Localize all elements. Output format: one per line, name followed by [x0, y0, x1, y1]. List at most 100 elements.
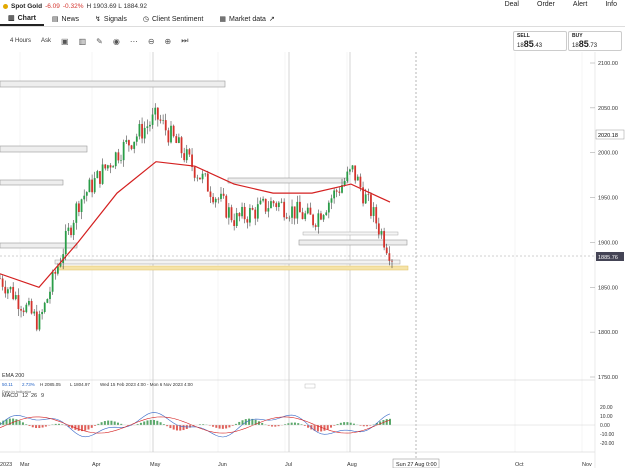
ema-value-1: 50.11	[2, 382, 13, 387]
candle-body	[222, 193, 225, 196]
candle-body	[235, 213, 238, 227]
price-tick-label: 1750.00	[598, 375, 618, 381]
macd-bar	[271, 425, 274, 427]
candle-body	[109, 165, 112, 168]
ema-value-4: L 1804.97	[70, 382, 90, 387]
candle-body	[301, 212, 304, 220]
macd-bar	[389, 418, 391, 425]
candle-body	[288, 217, 291, 219]
macd-bar	[116, 422, 119, 425]
candle-body	[375, 207, 378, 224]
candle-body	[233, 220, 236, 227]
candle-body	[354, 165, 357, 181]
macd-bar	[90, 425, 93, 428]
candle-body	[383, 231, 386, 248]
level-box	[0, 179, 64, 186]
candle-body	[280, 201, 283, 203]
candle-body	[25, 304, 28, 313]
macd-bar	[290, 422, 293, 425]
candle-body	[338, 191, 341, 193]
candle-body	[22, 310, 25, 313]
candle-body	[214, 198, 217, 203]
candle-body	[227, 207, 230, 218]
macd-bar	[77, 425, 80, 431]
candle-body	[130, 145, 133, 149]
candle-body	[322, 215, 325, 220]
candle-body	[183, 153, 186, 161]
candle-body	[225, 195, 228, 218]
macd-tick-label: 10.00	[600, 414, 613, 420]
price-tick-label: 1950.00	[598, 196, 618, 202]
candle-body	[67, 227, 70, 231]
candle-body	[122, 142, 125, 161]
candle-body	[217, 198, 220, 200]
time-tick-label: Nov	[582, 462, 592, 468]
macd-tick-label: 20.00	[600, 405, 613, 411]
level-tag: 2020.18	[598, 133, 618, 139]
price-tick-label: 1900.00	[598, 240, 618, 246]
candle-body	[201, 173, 204, 180]
macd-bar	[238, 421, 241, 425]
ema-value-2: 2.73%	[22, 382, 35, 387]
candle-body	[377, 223, 380, 235]
candle-body	[164, 120, 167, 131]
ema-label: EMA 200	[2, 373, 24, 379]
candle-body	[104, 164, 107, 169]
candle-body	[185, 149, 188, 161]
macd-bar	[297, 423, 300, 425]
macd-bar	[218, 425, 221, 429]
candle-body	[33, 311, 36, 314]
macd-bar	[31, 425, 34, 428]
macd-bar	[212, 425, 215, 427]
macd-bar	[172, 425, 175, 430]
candle-body	[296, 201, 299, 219]
collapse-handle[interactable]	[304, 383, 316, 389]
price-chart[interactable]: 2100.00 2050.00 2000.00 1950.00 1900.00 1850.…	[0, 0, 625, 468]
candle-body	[20, 309, 22, 311]
candles	[0, 103, 393, 332]
macd-bar	[323, 425, 326, 431]
macd-bar	[41, 425, 44, 428]
macd-bar	[21, 422, 24, 425]
candle-body	[285, 217, 288, 219]
candle-body	[99, 171, 101, 184]
macd-bar	[35, 425, 38, 428]
candle-body	[364, 194, 367, 204]
candle-body	[327, 202, 330, 213]
candle-body	[262, 198, 264, 201]
macd-param-1: 12	[22, 393, 28, 399]
candle-body	[204, 173, 207, 175]
candle-body	[0, 278, 1, 279]
macd-bar	[225, 425, 228, 429]
price-axis: 2100.00 2050.00 2000.00 1950.00 1900.00 1850.…	[590, 61, 618, 381]
candle-body	[75, 203, 78, 223]
candle-body	[64, 230, 67, 255]
candle-body	[356, 176, 359, 181]
candle-body	[220, 193, 222, 199]
candle-body	[180, 137, 183, 154]
ema-value-3: H 2085.05	[40, 382, 61, 387]
candle-body	[83, 195, 86, 200]
candle-body	[264, 198, 267, 212]
candle-body	[359, 176, 362, 188]
candle-body	[196, 177, 199, 179]
candle-body	[149, 124, 151, 127]
candle-body	[78, 203, 80, 213]
current-price-tag: 1885.76	[598, 255, 618, 261]
candle-body	[156, 107, 159, 120]
candle-body	[291, 206, 293, 218]
macd-tick-label: -20.00	[600, 441, 614, 447]
candle-body	[125, 140, 128, 143]
time-tick-label: Jul	[285, 462, 292, 468]
candle-body	[309, 207, 312, 215]
candle-body	[388, 253, 391, 261]
candle-body	[49, 291, 51, 300]
candle-body	[270, 201, 272, 209]
level-box	[298, 239, 408, 246]
macd-label: MACD	[2, 393, 18, 399]
candle-body	[51, 271, 54, 292]
time-tick-label: Aug	[347, 462, 357, 468]
candle-body	[367, 194, 370, 195]
price-tick-label: 1800.00	[598, 330, 618, 336]
ema-value-5: Wed 15 Feb 2023 4:00 - Mon 6 Nov 2023 4:…	[100, 382, 193, 387]
